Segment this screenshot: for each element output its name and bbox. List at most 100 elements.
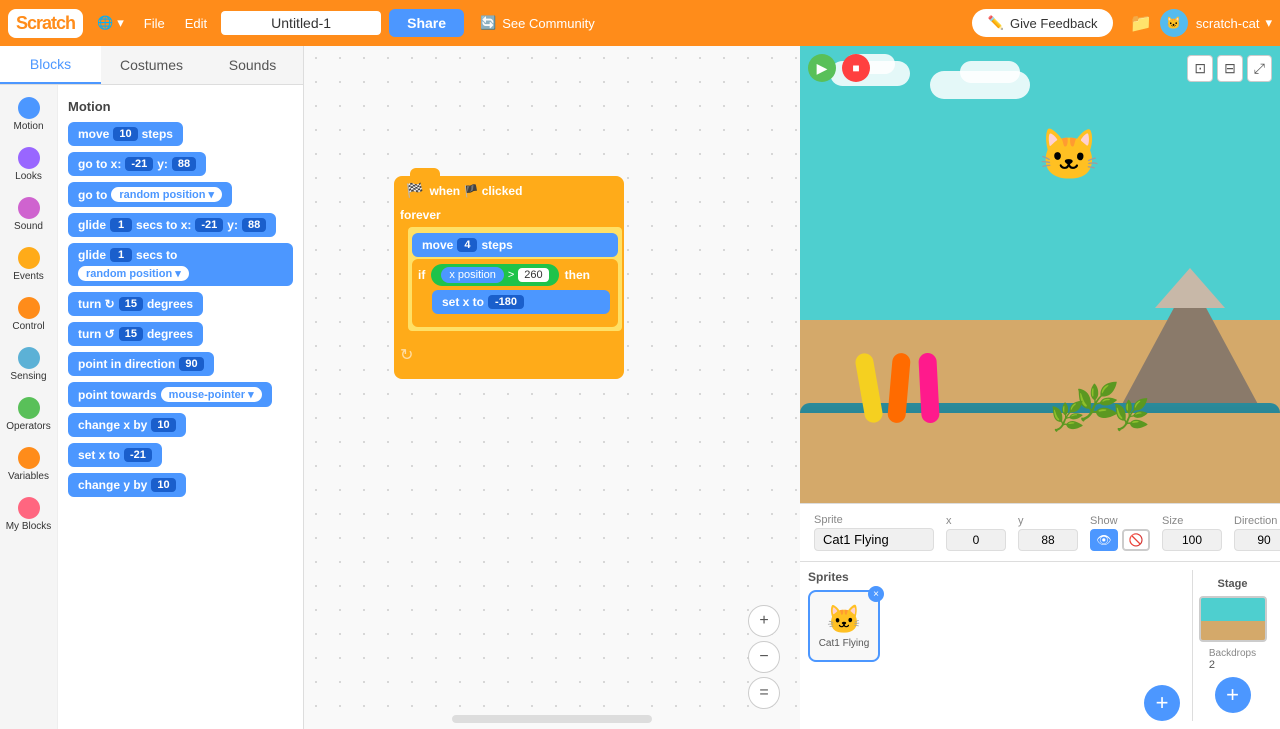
category-sensing[interactable]: Sensing <box>2 341 56 389</box>
sprite-info-panel: Sprite x y <box>800 503 1280 561</box>
goto-random-block-btn[interactable]: go to random position ▾ <box>68 182 232 207</box>
condition-block[interactable]: x position > 260 <box>431 264 558 286</box>
tab-costumes[interactable]: Costumes <box>101 46 202 84</box>
sprite-name-group: Sprite <box>814 514 934 551</box>
sprite-info-row: Sprite x y <box>814 514 1266 551</box>
category-operators[interactable]: Operators <box>2 391 56 439</box>
show-visible-button[interactable]: 👁 <box>1090 529 1118 551</box>
blocks-panel: Blocks Costumes Sounds Motion Looks <box>0 46 304 729</box>
add-sprite-button[interactable]: + <box>1144 685 1180 721</box>
block-glide-xy[interactable]: glide 1 secs to x: -21 y: 88 <box>68 213 293 243</box>
set-x-block-btn[interactable]: set x to -21 <box>68 443 162 467</box>
blocks-list: Motion move 10 steps go to x: -21 y: 88 <box>58 85 303 729</box>
folder-button[interactable]: 📁 <box>1129 13 1151 34</box>
goto-xy-block-btn[interactable]: go to x: -21 y: 88 <box>68 152 206 176</box>
topbar: Scratch 🌐 ▾ File Edit Share 🔄 See Commun… <box>0 0 1280 46</box>
plant2: 🌿 <box>1113 398 1150 433</box>
script-end-cap <box>394 369 624 379</box>
globe-button[interactable]: 🌐 ▾ <box>91 11 130 35</box>
give-feedback-button[interactable]: ✏️ Give Feedback <box>972 9 1114 37</box>
when-clicked-block[interactable]: 🏁 when 🏴 clicked <box>394 176 624 205</box>
change-y-block-btn[interactable]: change y by 10 <box>68 473 186 497</box>
move-4-block[interactable]: move 4 steps <box>412 233 618 257</box>
category-looks[interactable]: Looks <box>2 141 56 189</box>
point-dir-block-btn[interactable]: point in direction 90 <box>68 352 214 376</box>
community-icon: 🔄 <box>480 15 496 31</box>
zoom-in-button[interactable]: + <box>748 605 780 637</box>
normal-stage-button[interactable]: ⊟ <box>1217 55 1243 82</box>
see-community-button[interactable]: 🔄 See Community <box>472 11 603 35</box>
size-input[interactable] <box>1162 529 1222 551</box>
green-flag-button[interactable]: ▶ <box>808 54 836 82</box>
direction-group: Direction <box>1234 515 1280 551</box>
stage-background: 🌿 🌿 🌿 🐱 <box>800 46 1280 503</box>
stage-mini-thumbnail[interactable] <box>1199 596 1267 642</box>
category-variables[interactable]: Variables <box>2 441 56 489</box>
fullscreen-button[interactable]: ⤢ <box>1247 55 1272 82</box>
x-coord-group: x <box>946 515 1006 551</box>
move-block-btn[interactable]: move 10 steps <box>68 122 183 146</box>
zoom-controls: + − = <box>748 605 780 709</box>
forever-block[interactable]: forever <box>394 205 624 225</box>
category-my-blocks[interactable]: My Blocks <box>2 491 56 539</box>
file-menu[interactable]: File <box>138 12 171 35</box>
change-x-block-btn[interactable]: change x by 10 <box>68 413 186 437</box>
stop-icon: ■ <box>842 54 870 82</box>
sprite-remove-button[interactable]: × <box>868 586 884 602</box>
sprites-header: Sprites <box>808 570 976 584</box>
glide-xy-block-btn[interactable]: glide 1 secs to x: -21 y: 88 <box>68 213 276 237</box>
code-area[interactable]: 🏁 when 🏴 clicked forever move 4 <box>304 46 800 729</box>
zoom-out-button[interactable]: − <box>748 641 780 673</box>
set-x-to-block[interactable]: set x to -180 <box>432 290 610 314</box>
turn-ccw-block-btn[interactable]: turn ↺ 15 degrees <box>68 322 203 346</box>
block-turn-cw[interactable]: turn ↻ 15 degrees <box>68 292 293 322</box>
y-input[interactable] <box>1018 529 1078 551</box>
block-change-y[interactable]: change y by 10 <box>68 473 293 503</box>
block-set-x[interactable]: set x to -21 <box>68 443 293 473</box>
edit-menu[interactable]: Edit <box>179 12 213 35</box>
block-move[interactable]: move 10 steps <box>68 122 293 152</box>
point-towards-block-btn[interactable]: point towards mouse-pointer ▾ <box>68 382 272 407</box>
scratch-logo[interactable]: Scratch <box>8 9 83 38</box>
add-backdrop-button[interactable]: + <box>1215 677 1251 713</box>
sprite-label: Sprite <box>814 514 934 526</box>
share-button[interactable]: Share <box>389 9 464 37</box>
sprite-thumb-cat1[interactable]: × 🐱 Cat1 Flying <box>808 590 880 662</box>
flag-icon: 🏁 <box>406 182 423 199</box>
right-panel: ▶ ■ ⊡ ⊟ ⤢ <box>800 46 1280 729</box>
block-glide-random[interactable]: glide 1 secs to random position ▾ <box>68 243 293 292</box>
show-hidden-button[interactable]: 🚫 <box>1122 529 1150 551</box>
block-point-dir[interactable]: point in direction 90 <box>68 352 293 382</box>
category-control[interactable]: Control <box>2 291 56 339</box>
small-stage-button[interactable]: ⊡ <box>1187 55 1213 82</box>
scrollbar-x[interactable] <box>452 715 652 723</box>
block-point-towards[interactable]: point towards mouse-pointer ▾ <box>68 382 293 413</box>
mountain-snow <box>1155 268 1225 308</box>
script-block[interactable]: 🏁 when 🏴 clicked forever move 4 <box>394 176 624 379</box>
sand <box>800 413 1280 503</box>
user-button[interactable]: scratch-cat ▾ <box>1196 15 1272 31</box>
stop-button[interactable]: ■ <box>842 54 870 82</box>
glide-random-block-btn[interactable]: glide 1 secs to random position ▾ <box>68 243 293 286</box>
sprite-name-input[interactable] <box>814 528 934 551</box>
project-name-input[interactable] <box>221 11 381 35</box>
category-events[interactable]: Events <box>2 241 56 289</box>
zoom-reset-button[interactable]: = <box>748 677 780 709</box>
blocks-section-title: Motion <box>68 99 293 114</box>
turn-cw-block-btn[interactable]: turn ↻ 15 degrees <box>68 292 203 316</box>
tab-sounds[interactable]: Sounds <box>202 46 303 84</box>
block-change-x[interactable]: change x by 10 <box>68 413 293 443</box>
surfboard3 <box>918 353 940 424</box>
block-turn-ccw[interactable]: turn ↺ 15 degrees <box>68 322 293 352</box>
stage-area: ▶ ■ ⊡ ⊟ ⤢ <box>800 46 1280 503</box>
main-layout: Blocks Costumes Sounds Motion Looks <box>0 46 1280 729</box>
block-goto-random[interactable]: go to random position ▾ <box>68 182 293 213</box>
direction-input[interactable] <box>1234 529 1280 551</box>
tab-blocks[interactable]: Blocks <box>0 46 101 84</box>
if-block[interactable]: if x position > 260 then <box>412 259 618 327</box>
block-goto-xy[interactable]: go to x: -21 y: 88 <box>68 152 293 182</box>
category-sound[interactable]: Sound <box>2 191 56 239</box>
green-flag-icon: ▶ <box>808 54 836 82</box>
x-input[interactable] <box>946 529 1006 551</box>
category-motion[interactable]: Motion <box>2 91 56 139</box>
